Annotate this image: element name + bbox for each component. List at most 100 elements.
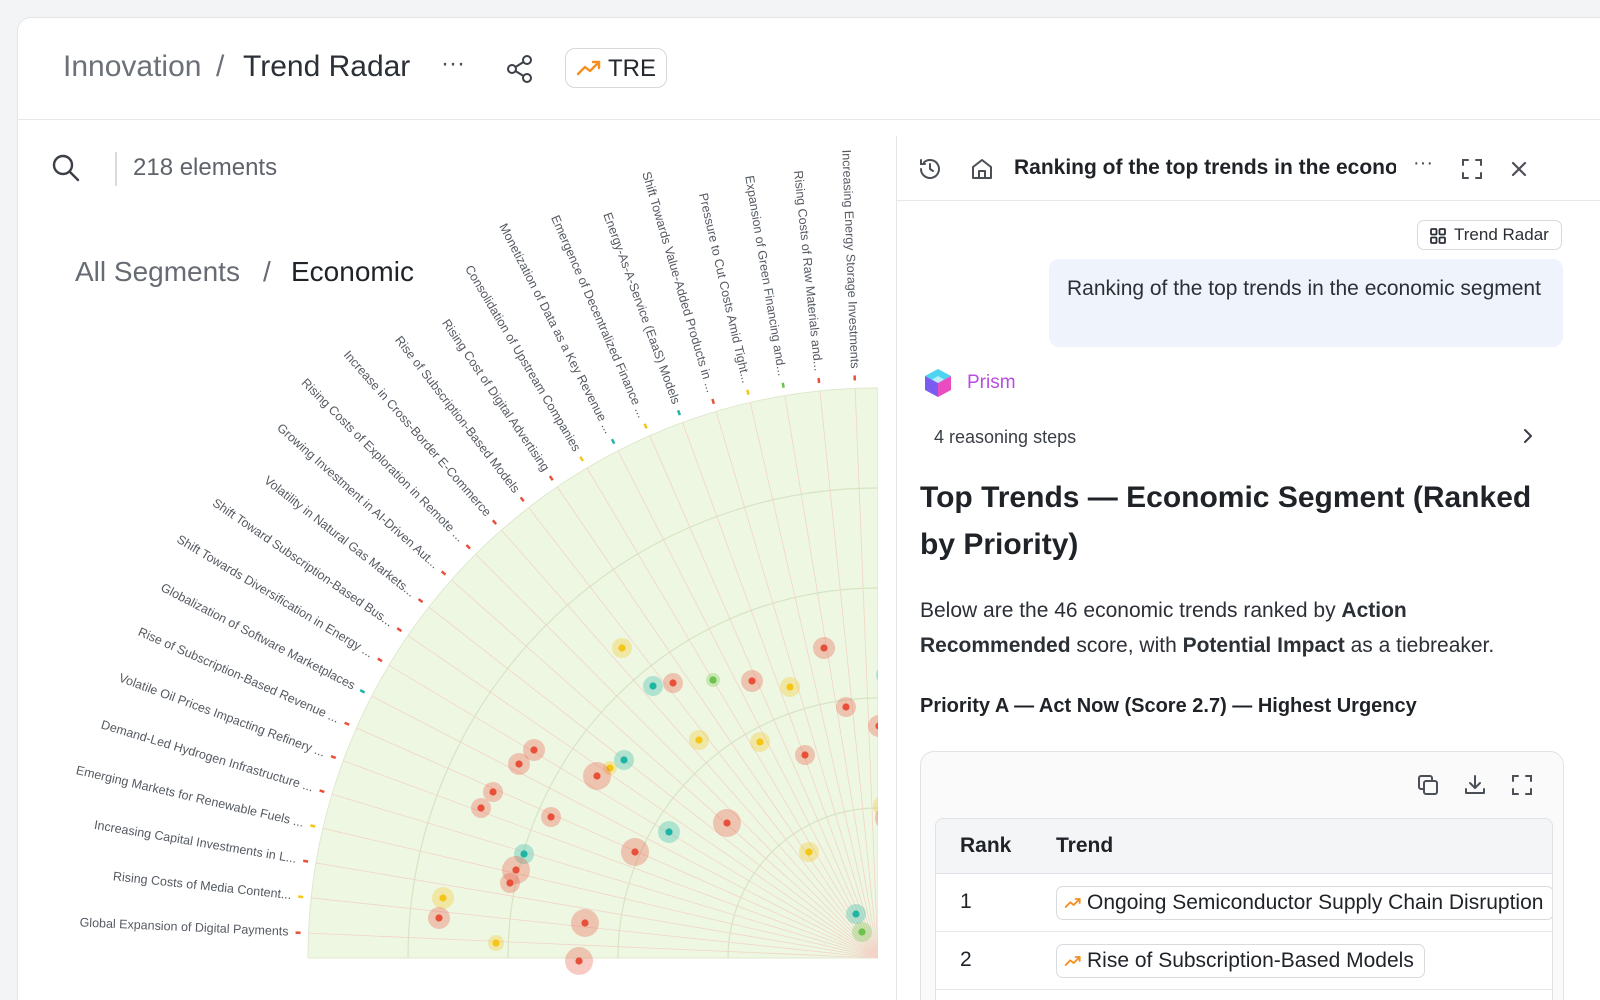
radar-trend-label[interactable]: Rise of Subscription-Based Revenue ... bbox=[136, 625, 341, 726]
radar-label-tick bbox=[491, 519, 498, 525]
trend-blip[interactable] bbox=[520, 850, 528, 858]
radar-label-tick bbox=[817, 377, 821, 384]
trend-blip[interactable] bbox=[852, 910, 860, 918]
home-icon[interactable] bbox=[969, 156, 995, 182]
radar-trend-label[interactable]: Increasing Energy Storage Investments bbox=[839, 149, 862, 368]
trend-blip[interactable] bbox=[805, 848, 813, 856]
radar-label-tick bbox=[548, 475, 554, 481]
trend-blip[interactable] bbox=[723, 819, 731, 827]
trend-blip[interactable] bbox=[593, 772, 601, 780]
app-window: Innovation / Trend Radar ··· TRE 218 ele… bbox=[17, 17, 1600, 1000]
trend-blip[interactable] bbox=[492, 939, 500, 947]
row-rank: 1 bbox=[960, 890, 972, 913]
answer-intro: Below are the 46 economic trends ranked … bbox=[920, 593, 1560, 663]
radar-label-tick bbox=[440, 570, 447, 576]
radar-label-tick bbox=[396, 627, 403, 633]
priority-heading: Priority A — Act Now (Score 2.7) — Highe… bbox=[920, 695, 1417, 717]
radar-trend-label[interactable]: Expansion of Green Financing and... bbox=[742, 174, 789, 376]
trend-blip[interactable] bbox=[489, 788, 497, 796]
table-header: Rank Trend bbox=[936, 819, 1552, 874]
radar-label-tick bbox=[302, 859, 309, 863]
trend-blip[interactable] bbox=[477, 804, 485, 812]
trend-blip[interactable] bbox=[512, 866, 520, 874]
radar-trend-label[interactable]: Rising Costs of Media Content... bbox=[112, 869, 292, 902]
radar-label-tick bbox=[465, 544, 471, 550]
radar-label-tick bbox=[711, 398, 716, 405]
panel-header: Ranking of the top trends in the econo ·… bbox=[897, 136, 1600, 201]
trend-blip[interactable] bbox=[858, 928, 866, 936]
trend-blip[interactable] bbox=[618, 644, 626, 652]
ranking-table: Rank Trend 1 Ongoing Semiconductor Suppl… bbox=[935, 818, 1553, 1000]
radar-label-tick bbox=[610, 438, 616, 445]
intro-bold-2: Potential Impact bbox=[1182, 634, 1345, 657]
expand-icon[interactable] bbox=[1459, 156, 1485, 182]
radar-label-tick bbox=[417, 598, 424, 604]
trend-chip-label: Ongoing Semiconductor Supply Chain Disru… bbox=[1087, 891, 1544, 914]
radar-trend-label[interactable]: Global Expansion of Digital Payments bbox=[79, 915, 289, 938]
intro-text-2: score, with bbox=[1070, 634, 1183, 657]
trend-blip[interactable] bbox=[631, 848, 639, 856]
radar-trend-label[interactable]: Rising Cost of Digital Advertising bbox=[439, 317, 552, 474]
radar-label-tick bbox=[676, 409, 682, 416]
context-chip-label: Trend Radar bbox=[1454, 225, 1549, 244]
trend-radar-chart[interactable]: Global Expansion of Digital Payments Risi… bbox=[18, 18, 878, 1000]
reasoning-steps-toggle[interactable]: 4 reasoning steps bbox=[934, 427, 1076, 448]
trend-blip[interactable] bbox=[575, 957, 583, 965]
trend-blip[interactable] bbox=[547, 813, 555, 821]
intro-text-3: as a tiebreaker. bbox=[1344, 634, 1495, 657]
trend-blip[interactable] bbox=[439, 894, 447, 902]
radar-trend-label[interactable]: Rising Costs of Raw Materials and... bbox=[791, 170, 825, 372]
radar-label-tick bbox=[643, 423, 648, 429]
ranking-table-card: Rank Trend 1 Ongoing Semiconductor Suppl… bbox=[920, 751, 1564, 1000]
trend-blip[interactable] bbox=[620, 756, 628, 764]
user-message: Ranking of the top trends in the economi… bbox=[1049, 259, 1563, 347]
radar-label-tick bbox=[344, 721, 350, 726]
column-header-trend[interactable]: Trend bbox=[1056, 834, 1113, 858]
chat-panel: Ranking of the top trends in the econo ·… bbox=[896, 136, 1600, 1000]
trend-blip[interactable] bbox=[756, 738, 764, 746]
trending-up-icon bbox=[1064, 956, 1081, 966]
radar-trend-label[interactable]: Emergence of Decentralized Finance ... bbox=[548, 213, 649, 420]
trend-blip[interactable] bbox=[695, 736, 703, 744]
answer-title: Top Trends — Economic Segment (Ranked by… bbox=[920, 481, 1532, 561]
chevron-right-icon[interactable] bbox=[1518, 426, 1538, 451]
trend-blip[interactable] bbox=[842, 703, 850, 711]
download-icon[interactable] bbox=[1462, 772, 1488, 798]
trend-blip[interactable] bbox=[581, 919, 589, 927]
trend-blip[interactable] bbox=[435, 914, 443, 922]
history-icon[interactable] bbox=[917, 156, 943, 182]
radar-trend-label[interactable]: Increasing Capital Investments in L... bbox=[93, 818, 297, 866]
radar-trend-label[interactable]: Volatile Oil Prices Impacting Refinery .… bbox=[117, 671, 327, 760]
trend-blip[interactable] bbox=[506, 879, 514, 887]
prism-logo-icon bbox=[922, 367, 954, 404]
column-header-rank[interactable]: Rank bbox=[960, 834, 1011, 858]
trending-up-icon bbox=[1064, 898, 1081, 908]
trend-blip[interactable] bbox=[709, 676, 717, 684]
trend-blip[interactable] bbox=[665, 828, 673, 836]
trend-blip[interactable] bbox=[669, 679, 677, 687]
trend-blip[interactable] bbox=[820, 644, 828, 652]
radar-label-tick bbox=[319, 789, 325, 794]
trend-blip[interactable] bbox=[515, 760, 523, 768]
radar-label-tick bbox=[519, 496, 525, 503]
radar-label-tick bbox=[330, 755, 337, 760]
trend-chip[interactable]: Rise of Subscription-Based Models bbox=[1056, 944, 1425, 978]
radar-label-tick bbox=[359, 689, 366, 694]
table-row[interactable]: 1 Ongoing Semiconductor Supply Chain Dis… bbox=[936, 874, 1552, 932]
radar-label-tick bbox=[298, 895, 304, 899]
close-icon[interactable] bbox=[1506, 156, 1532, 182]
trend-chip-label: Rise of Subscription-Based Models bbox=[1087, 949, 1414, 972]
trend-chip[interactable]: Ongoing Semiconductor Supply Chain Disru… bbox=[1056, 886, 1552, 920]
trend-blip[interactable] bbox=[786, 683, 794, 691]
trend-blip[interactable] bbox=[801, 751, 809, 759]
table-row[interactable]: 2 Rise of Subscription-Based Models bbox=[936, 932, 1552, 990]
trend-blip[interactable] bbox=[530, 746, 538, 754]
fullscreen-icon[interactable] bbox=[1509, 772, 1535, 798]
trend-blip[interactable] bbox=[649, 682, 657, 690]
copy-icon[interactable] bbox=[1415, 772, 1441, 798]
context-chip-trend-radar[interactable]: Trend Radar bbox=[1417, 220, 1562, 250]
panel-title: Ranking of the top trends in the econo bbox=[1014, 156, 1396, 179]
trend-blip[interactable] bbox=[748, 677, 756, 685]
intro-text-1: Below are the 46 economic trends ranked … bbox=[920, 599, 1342, 622]
panel-more-button[interactable]: ··· bbox=[1413, 152, 1433, 175]
